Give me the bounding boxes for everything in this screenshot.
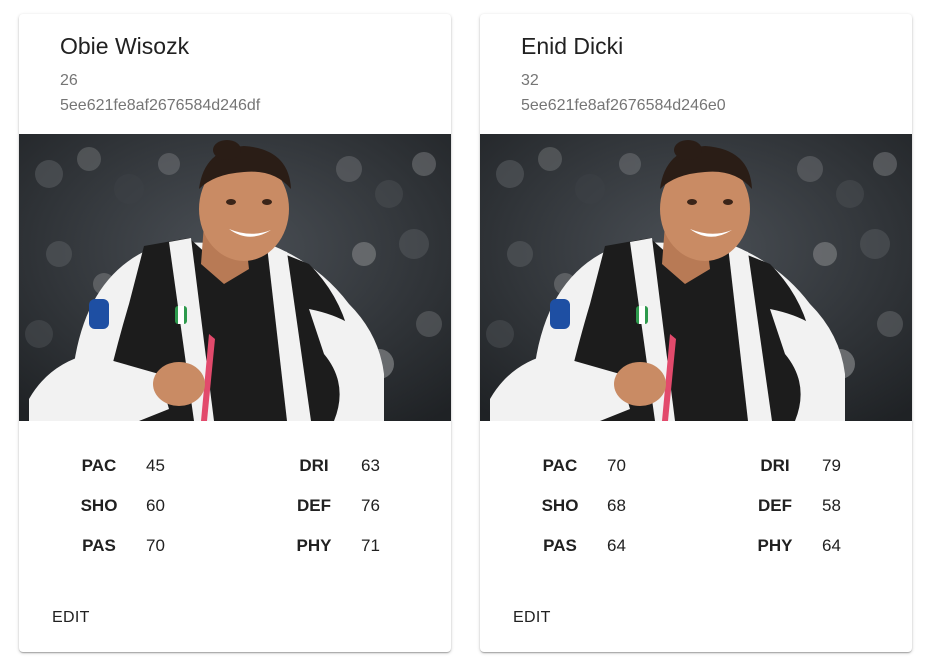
stat-label: PHY bbox=[296, 536, 332, 555]
player-age: 26 bbox=[60, 72, 78, 89]
stat-value: 70 bbox=[607, 456, 626, 475]
stat-value: 76 bbox=[361, 496, 380, 515]
player-stats: PAC 45 SHO 60 PAS 70 DRI 63 DEF 76 PHY 7… bbox=[19, 441, 451, 561]
card-header: Enid Dicki 32 5ee621fe8af2676584d246e0 bbox=[480, 14, 912, 116]
player-photo-image bbox=[480, 134, 912, 421]
stat-value: 58 bbox=[822, 496, 841, 515]
player-name: Enid Dicki bbox=[521, 33, 624, 59]
stat-label: DRI bbox=[760, 456, 790, 475]
player-photo bbox=[19, 134, 451, 421]
stat-value: 79 bbox=[822, 456, 841, 475]
stat-value: 68 bbox=[607, 496, 626, 515]
stat-value: 71 bbox=[361, 536, 380, 555]
stat-value: 64 bbox=[822, 536, 841, 555]
player-stats: PAC 70 SHO 68 PAS 64 DRI 79 DEF 58 PHY 6… bbox=[480, 441, 912, 561]
player-id: 5ee621fe8af2676584d246df bbox=[60, 97, 261, 114]
stat-value: 70 bbox=[146, 536, 165, 555]
player-photo bbox=[480, 134, 912, 421]
stat-label: SHO bbox=[541, 496, 579, 515]
stat-label: PHY bbox=[757, 536, 793, 555]
edit-button[interactable]: EDIT bbox=[39, 600, 103, 636]
card-header: Obie Wisozk 26 5ee621fe8af2676584d246df bbox=[19, 14, 451, 116]
stat-label: PAS bbox=[543, 536, 577, 555]
stat-label: DEF bbox=[758, 496, 792, 515]
stat-value: 64 bbox=[607, 536, 626, 555]
stat-value: 63 bbox=[361, 456, 380, 475]
player-photo-image bbox=[19, 134, 451, 421]
player-card: Enid Dicki 32 5ee621fe8af2676584d246e0 P… bbox=[480, 14, 912, 652]
stat-label: PAC bbox=[542, 456, 578, 475]
stat-label: DEF bbox=[297, 496, 331, 515]
stat-label: PAS bbox=[82, 536, 116, 555]
stat-value: 45 bbox=[146, 456, 165, 475]
player-card: Obie Wisozk 26 5ee621fe8af2676584d246df bbox=[19, 14, 451, 652]
stat-value: 60 bbox=[146, 496, 165, 515]
stat-label: PAC bbox=[81, 456, 117, 475]
stat-label: DRI bbox=[299, 456, 329, 475]
edit-button[interactable]: EDIT bbox=[500, 600, 564, 636]
player-name: Obie Wisozk bbox=[60, 33, 190, 59]
player-age: 32 bbox=[521, 72, 539, 89]
stat-label: SHO bbox=[80, 496, 118, 515]
player-id: 5ee621fe8af2676584d246e0 bbox=[521, 97, 726, 114]
